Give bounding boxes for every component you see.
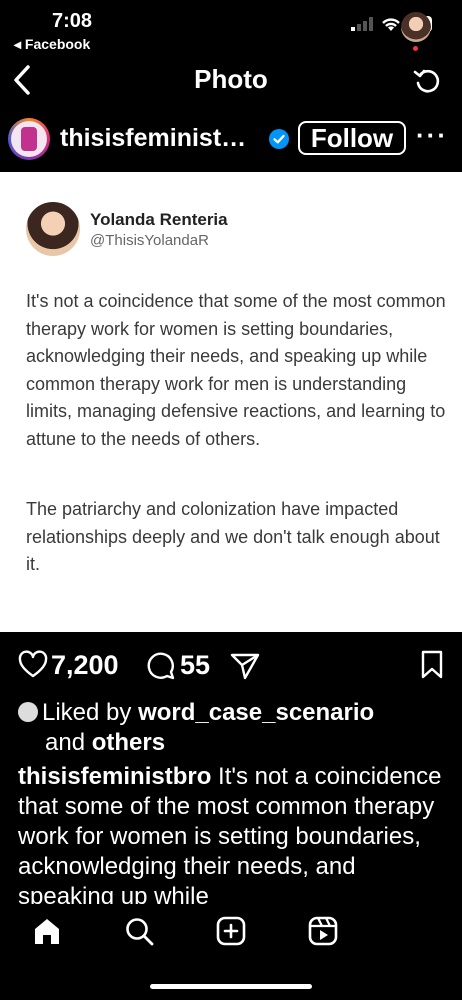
signal-icon xyxy=(350,17,373,31)
home-indicator xyxy=(150,984,312,989)
post-caption[interactable]: thisisfeministbro It's not a coincidence… xyxy=(18,762,448,904)
status-time: 7:08 xyxy=(52,10,93,32)
comment-icon[interactable] xyxy=(146,650,176,680)
follow-button[interactable]: Follow xyxy=(298,121,406,155)
wifi-icon xyxy=(381,17,400,31)
tweet-author-name: Yolanda Renteria xyxy=(90,210,228,229)
liker-avatar xyxy=(18,702,38,722)
caption-username[interactable]: thisisfeministbro xyxy=(18,763,211,790)
tweet-author-avatar xyxy=(26,202,80,256)
post-header: thisisfeminist… Follow ··· xyxy=(0,112,462,168)
refresh-icon[interactable] xyxy=(412,66,442,96)
verified-badge-icon xyxy=(269,129,289,149)
post-actions: 7,200 55 xyxy=(0,646,462,686)
reels-icon[interactable] xyxy=(308,916,338,946)
profile-avatar[interactable] xyxy=(401,12,431,42)
tweet-paragraph-2: The patriarchy and colonization have imp… xyxy=(26,499,440,574)
home-icon[interactable] xyxy=(32,916,62,946)
avatar-image xyxy=(11,121,47,157)
post-photo[interactable]: Yolanda Renteria @ThisisYolandaR It's no… xyxy=(0,172,462,632)
status-bar: 7:08 ◂ Facebook 51 xyxy=(0,0,462,56)
avatar-glyph xyxy=(21,127,37,151)
search-icon[interactable] xyxy=(124,916,154,946)
share-icon[interactable] xyxy=(230,652,260,680)
comment-count[interactable]: 55 xyxy=(180,650,210,681)
heart-icon[interactable] xyxy=(18,650,48,680)
account-avatar[interactable] xyxy=(8,118,50,160)
liked-by-user[interactable]: word_case_scenario xyxy=(138,699,374,726)
liked-by-prefix: Liked by xyxy=(42,699,139,726)
bookmark-icon[interactable] xyxy=(420,650,444,680)
liked-by-and: and xyxy=(45,729,92,756)
nav-bar: Photo xyxy=(0,56,462,106)
create-icon[interactable] xyxy=(216,916,246,946)
like-count[interactable]: 7,200 xyxy=(51,650,119,681)
page-title: Photo xyxy=(194,64,268,94)
tweet-author-handle: @ThisisYolandaR xyxy=(90,232,209,249)
tweet-paragraph-1: It's not a coincidence that some of the … xyxy=(26,291,446,449)
liked-by[interactable]: Liked by word_case_scenario and others xyxy=(18,698,448,758)
account-username[interactable]: thisisfeminist… xyxy=(60,124,246,153)
more-options-icon[interactable]: ··· xyxy=(416,120,448,151)
back-to-app-link[interactable]: ◂ Facebook xyxy=(14,36,90,53)
liked-by-others[interactable]: others xyxy=(92,729,165,756)
notification-dot xyxy=(413,46,418,51)
